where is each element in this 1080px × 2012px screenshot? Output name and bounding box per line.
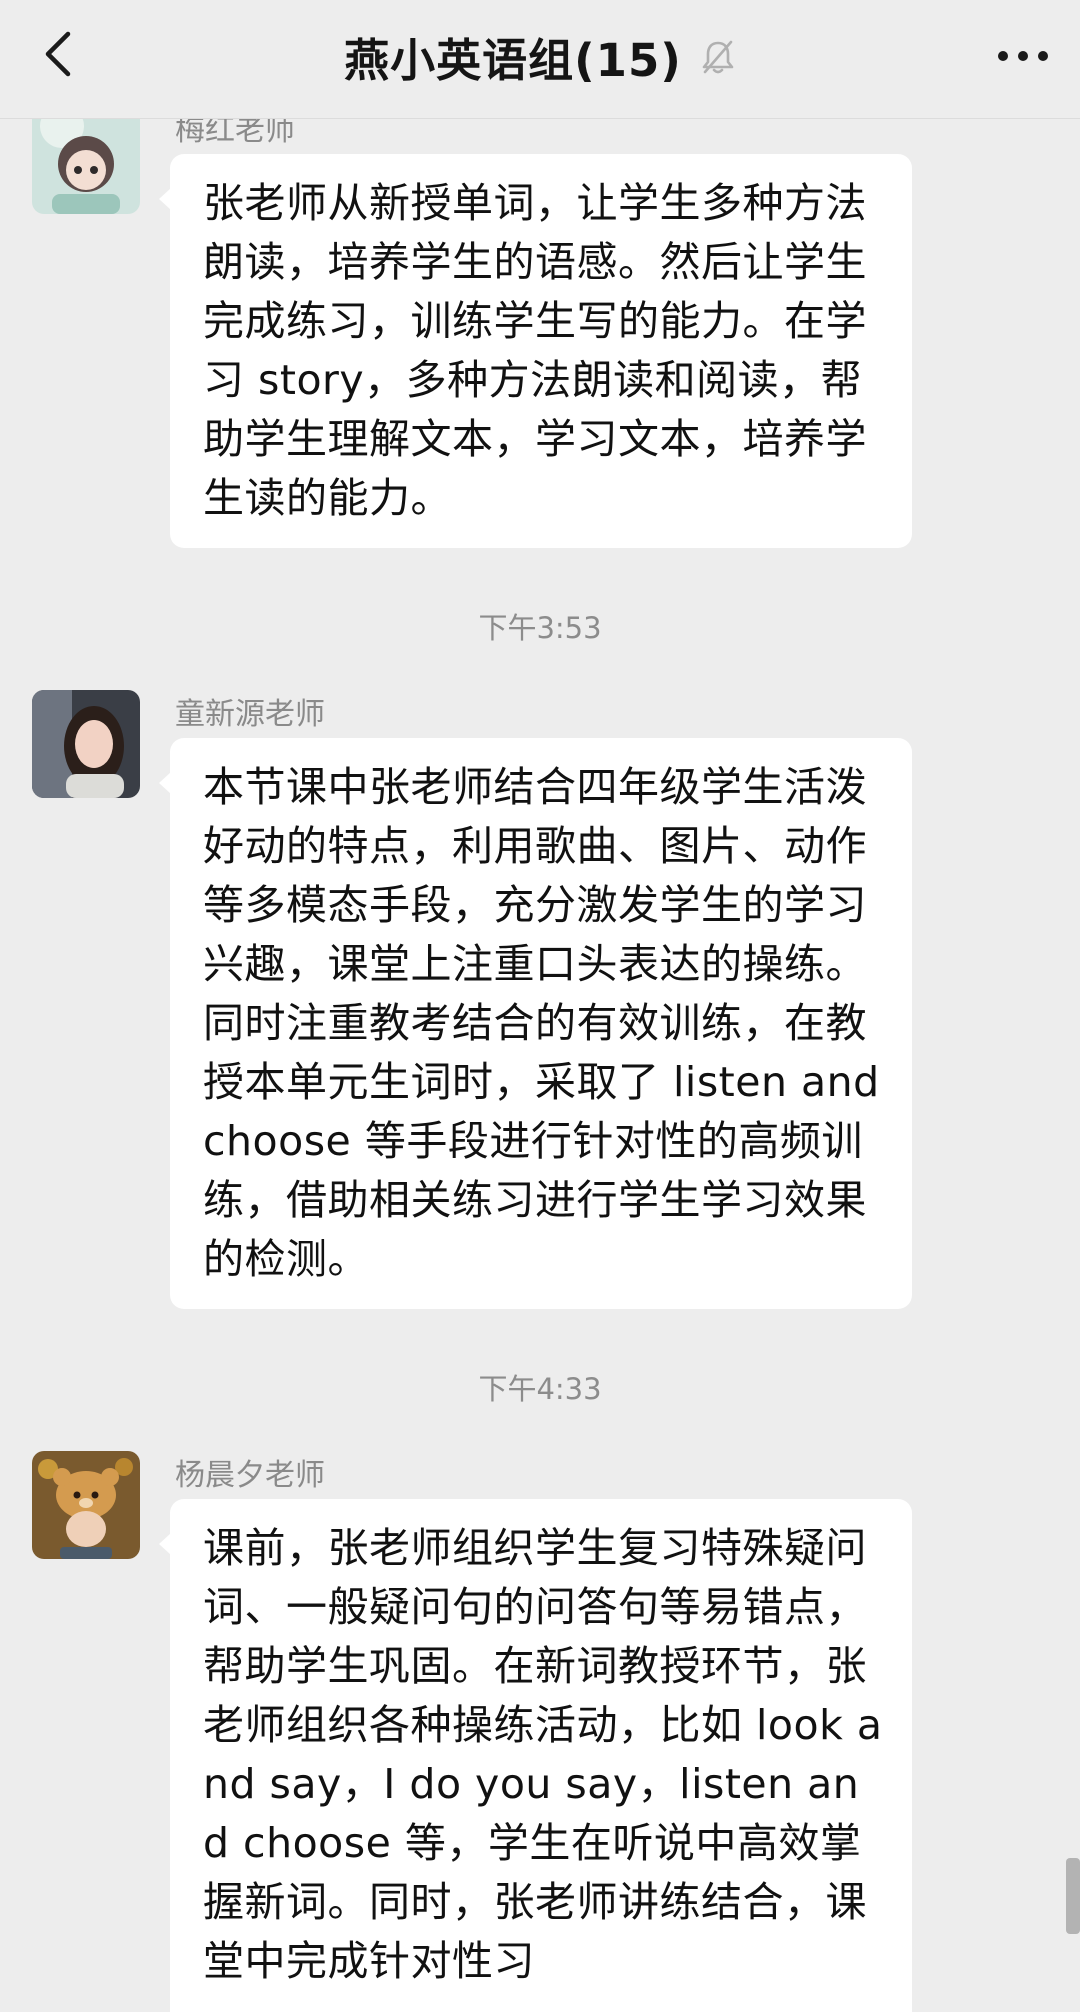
- message-bubble[interactable]: 张老师从新授单词，让学生多种方法朗读，培养学生的语感。然后让学生完成练习，训练学…: [159, 154, 912, 548]
- sender-name: 童新源老师: [175, 697, 325, 732]
- message-bubble[interactable]: 课前，张老师组织学生复习特殊疑问词、一般疑问句的问答句等易错点，帮助学生巩固。在…: [159, 1499, 912, 2012]
- message-timestamp: 下午4:33: [478, 1372, 602, 1406]
- scrollbar-thumb[interactable]: [1066, 1858, 1080, 1934]
- message-bubble[interactable]: 本节课中张老师结合四年级学生活泼好动的特点，利用歌曲、图片、动作等多模态手段，充…: [159, 738, 912, 1309]
- sender-name: 杨晨夕老师: [175, 1458, 325, 1493]
- title-group: 燕小英语组(15): [0, 24, 1080, 89]
- avatar[interactable]: [32, 1451, 140, 1559]
- chevron-left-icon: [41, 28, 75, 84]
- sender-name: 梅红老师: [175, 113, 295, 148]
- message-timestamp: 下午3:53: [478, 611, 602, 645]
- chat-title[interactable]: 燕小英语组(15): [344, 24, 682, 89]
- more-button[interactable]: [988, 28, 1058, 84]
- avatar-image-bear-hat: [32, 1451, 140, 1559]
- more-horizontal-icon: [997, 47, 1049, 66]
- chat-screen: 燕小英语组(15) 梅红老师 张老师从新授单词，让学生多种方法朗读，培养学生的语…: [0, 0, 1080, 2012]
- avatar[interactable]: [32, 106, 140, 214]
- avatar[interactable]: [32, 690, 140, 798]
- avatar-image-illustrated-girl: [32, 106, 140, 214]
- chat-header: 燕小英语组(15): [0, 0, 1080, 119]
- avatar-image-woman-portrait: [32, 690, 140, 798]
- bell-off-icon: [700, 39, 736, 75]
- back-button[interactable]: [28, 26, 88, 86]
